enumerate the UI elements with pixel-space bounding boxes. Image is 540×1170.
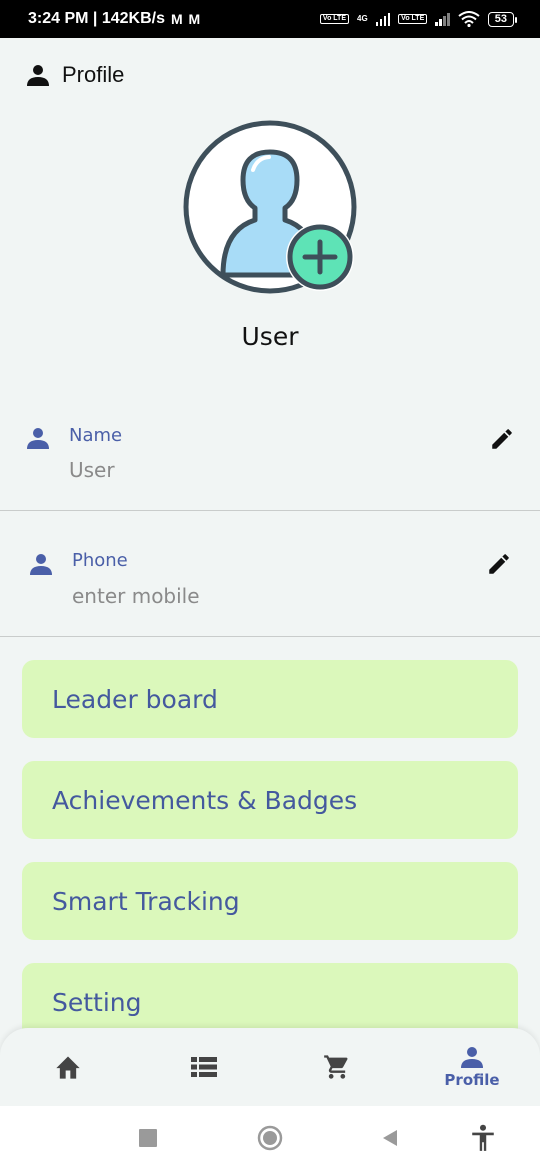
page-header: Profile xyxy=(26,62,124,88)
volte-icon: Vo LTE xyxy=(319,14,349,24)
leader-board-button[interactable]: Leader board xyxy=(22,660,518,738)
volte-icon-2: Vo LTE xyxy=(398,14,428,24)
phone-field-label: Phone xyxy=(72,550,128,571)
mail-notification-icon: M M xyxy=(170,11,202,27)
accessibility-icon xyxy=(472,1124,494,1151)
back-button[interactable] xyxy=(372,1106,408,1170)
signal-icon xyxy=(375,12,391,26)
page-title: Profile xyxy=(62,62,125,87)
name-field: Name User xyxy=(0,386,540,511)
list-icon xyxy=(191,1057,217,1077)
menu-label: Leader board xyxy=(52,684,218,714)
cart-icon xyxy=(324,1055,348,1079)
person-icon xyxy=(27,65,49,86)
status-time-speed: 3:24 PM | 142KB/s xyxy=(28,10,165,27)
circle-icon xyxy=(257,1125,283,1151)
accessibility-button[interactable] xyxy=(465,1106,501,1170)
achievements-badges-button[interactable]: Achievements & Badges xyxy=(22,761,518,839)
phone-field: Phone enter mobile xyxy=(0,512,540,637)
signal-icon-2 xyxy=(435,12,450,26)
nav-profile[interactable]: Profile xyxy=(432,1028,512,1106)
person-icon xyxy=(461,1047,483,1068)
profile-name: User xyxy=(241,322,299,351)
name-field-value: User xyxy=(69,458,115,482)
battery-icon: 53 xyxy=(487,11,518,27)
smart-tracking-button[interactable]: Smart Tracking xyxy=(22,862,518,940)
menu-label: Smart Tracking xyxy=(52,886,240,916)
nav-list[interactable] xyxy=(176,1028,232,1106)
network-type: 4G xyxy=(357,14,368,23)
wifi-icon xyxy=(458,11,480,27)
name-field-label: Name xyxy=(69,425,123,446)
home-button[interactable] xyxy=(252,1106,288,1170)
person-icon xyxy=(27,428,49,449)
back-triangle-icon xyxy=(383,1130,397,1146)
status-bar: 3:24 PM | 142KB/s M M Vo LTE 4G Vo LTE 5… xyxy=(0,0,540,38)
edit-name-button[interactable] xyxy=(486,423,518,455)
add-user-avatar-icon xyxy=(183,120,357,294)
nav-home[interactable] xyxy=(40,1028,96,1106)
recents-button[interactable] xyxy=(130,1106,166,1170)
system-nav-bar xyxy=(0,1106,540,1170)
add-user-avatar[interactable] xyxy=(183,120,359,296)
home-icon xyxy=(56,1056,80,1079)
pencil-icon xyxy=(492,429,512,449)
square-icon xyxy=(139,1129,157,1147)
pencil-icon xyxy=(489,554,509,574)
menu-label: Setting xyxy=(52,987,142,1017)
phone-field-value: enter mobile xyxy=(72,584,200,608)
nav-cart[interactable] xyxy=(309,1028,365,1106)
menu-label: Achievements & Badges xyxy=(52,785,358,815)
bottom-nav: Profile xyxy=(0,1028,540,1106)
nav-profile-label: Profile xyxy=(444,1071,500,1089)
person-icon xyxy=(30,554,52,575)
edit-phone-button[interactable] xyxy=(483,548,515,580)
